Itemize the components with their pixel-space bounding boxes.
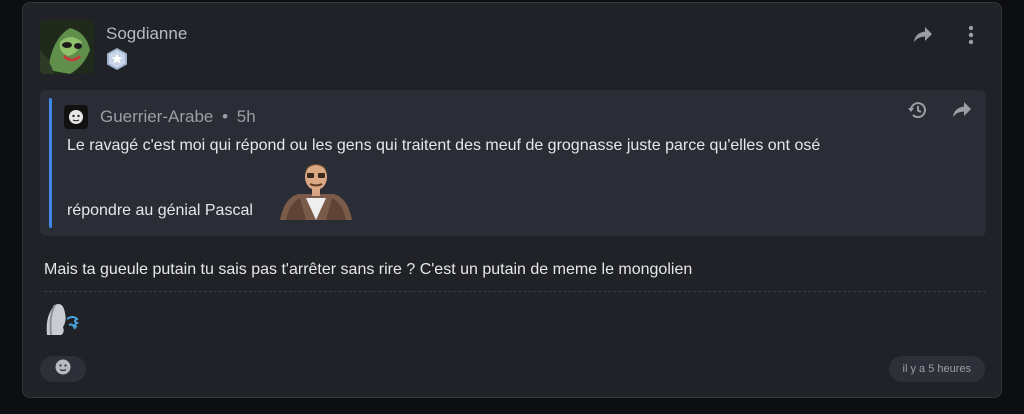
- sticker-image: [276, 158, 356, 220]
- add-reaction-button[interactable]: [40, 356, 86, 382]
- emoji-add-icon: [54, 358, 72, 381]
- quote-separator: •: [222, 107, 229, 126]
- star-badge-icon: [106, 47, 128, 71]
- post-message: Mais ta gueule putain tu sais pas t'arrê…: [44, 261, 693, 278]
- quote-accent-bar: [49, 98, 52, 228]
- quoted-author-name[interactable]: Guerrier-Arabe: [100, 107, 213, 126]
- share-icon[interactable]: [911, 23, 935, 47]
- quote-header: Guerrier-Arabe • 5h: [100, 107, 256, 127]
- quoted-author-avatar[interactable]: [64, 105, 88, 129]
- more-vertical-icon[interactable]: [959, 23, 983, 47]
- quote-text-line-2: répondre au génial Pascal: [67, 202, 253, 219]
- quoted-message: Guerrier-Arabe • 5h Le ravagé c'est moi …: [40, 90, 986, 236]
- signature-image: [43, 299, 83, 337]
- author-username[interactable]: Sogdianne: [106, 24, 187, 44]
- share-icon[interactable]: [950, 98, 974, 122]
- author-avatar[interactable]: [40, 20, 94, 74]
- quote-text-line-1: Le ravagé c'est moi qui répond ou les ge…: [67, 137, 821, 154]
- quote-age: 5h: [236, 107, 256, 126]
- post-timestamp: il y a 5 heures: [888, 356, 985, 382]
- history-icon[interactable]: [906, 98, 930, 122]
- signature-divider: [44, 291, 986, 292]
- forum-post: Sogdianne Guerrier-Arabe • 5h Le ravagé …: [22, 2, 1002, 398]
